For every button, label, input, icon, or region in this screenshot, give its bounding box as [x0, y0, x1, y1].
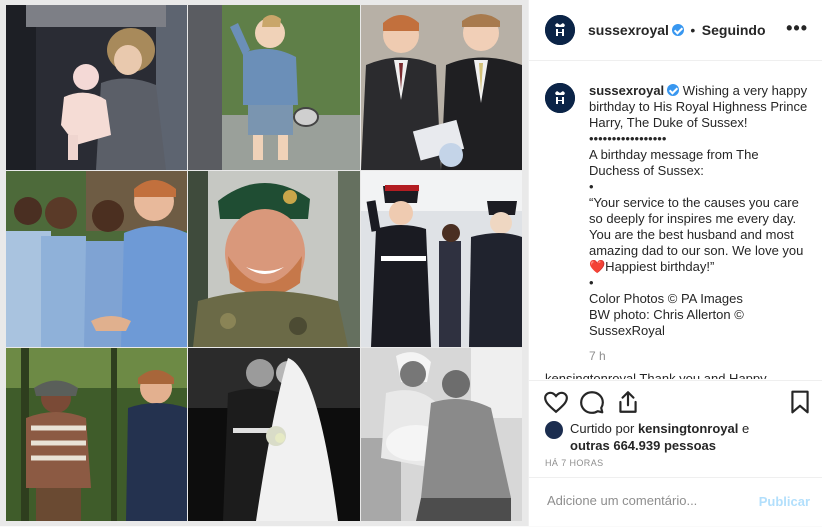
liked-by-user[interactable]: kensingtonroyal [638, 421, 738, 436]
comments-area: sussexroyal Wishing a very happy birthda… [529, 61, 822, 379]
bookmark-icon[interactable] [787, 389, 813, 415]
collage-photo-8 [188, 348, 360, 521]
instagram-post: sussexroyal • Seguindo ••• sussexroyal W… [0, 0, 822, 526]
caption-time[interactable]: 7 h [589, 349, 606, 363]
caption-line-3: A birthday message from The Duchess of S… [589, 147, 759, 178]
collage-photo-3 [361, 5, 522, 170]
liked-by-suffix: e [741, 421, 750, 436]
collage-photo-5 [188, 171, 360, 347]
liked-by-prefix: Curtido por [570, 421, 635, 436]
verified-badge-icon [671, 24, 684, 36]
caption-line-5: “Your service to the causes you care so … [589, 195, 804, 274]
heart-icon[interactable] [543, 389, 569, 415]
post-actions-bar [529, 380, 822, 425]
follow-separator: • [690, 22, 696, 38]
next-comment-preview: kensingtonroyal Thank you and Happy [545, 371, 767, 379]
publish-button[interactable]: Publicar [759, 494, 810, 509]
collage-photo-9 [361, 348, 522, 521]
caption-line-4: • [589, 179, 594, 194]
caption-line-8: BW photo: Chris Allerton © SussexRoyal [589, 307, 744, 338]
following-button[interactable]: Seguindo [702, 22, 766, 38]
comment-icon[interactable] [579, 389, 605, 415]
caption-line-6: • [589, 275, 594, 290]
caption-line-7: Color Photos © PA Images [589, 291, 743, 306]
caption-line-2: ••••••••••••••••• [589, 131, 667, 146]
header-user-line: sussexroyal • Seguindo [588, 22, 766, 40]
caption-username[interactable]: sussexroyal [589, 83, 664, 98]
add-comment-bar: Publicar [529, 477, 822, 527]
author-avatar[interactable] [545, 15, 575, 45]
others-count-link[interactable]: outras 664.939 pessoas [570, 438, 716, 453]
posted-time[interactable]: HÁ 7 HORAS [545, 458, 604, 468]
collage-photo-2 [188, 5, 360, 170]
collage-photo-7 [6, 348, 187, 521]
more-options-icon[interactable]: ••• [786, 18, 808, 39]
post-photo-collage[interactable] [0, 0, 528, 526]
author-username[interactable]: sussexroyal [588, 22, 669, 38]
liker-avatar[interactable] [545, 421, 563, 439]
post-sidebar: sussexroyal • Seguindo ••• sussexroyal W… [528, 0, 822, 526]
caption-author-avatar[interactable] [545, 83, 575, 113]
collage-photo-6 [361, 171, 522, 347]
collage-photo-4 [6, 171, 187, 347]
verified-badge-icon [667, 84, 680, 96]
post-caption: sussexroyal Wishing a very happy birthda… [589, 83, 809, 339]
comment-input[interactable] [545, 492, 749, 509]
collage-photo-1 [6, 5, 187, 170]
share-icon[interactable] [615, 389, 641, 415]
post-header: sussexroyal • Seguindo ••• [529, 0, 822, 61]
